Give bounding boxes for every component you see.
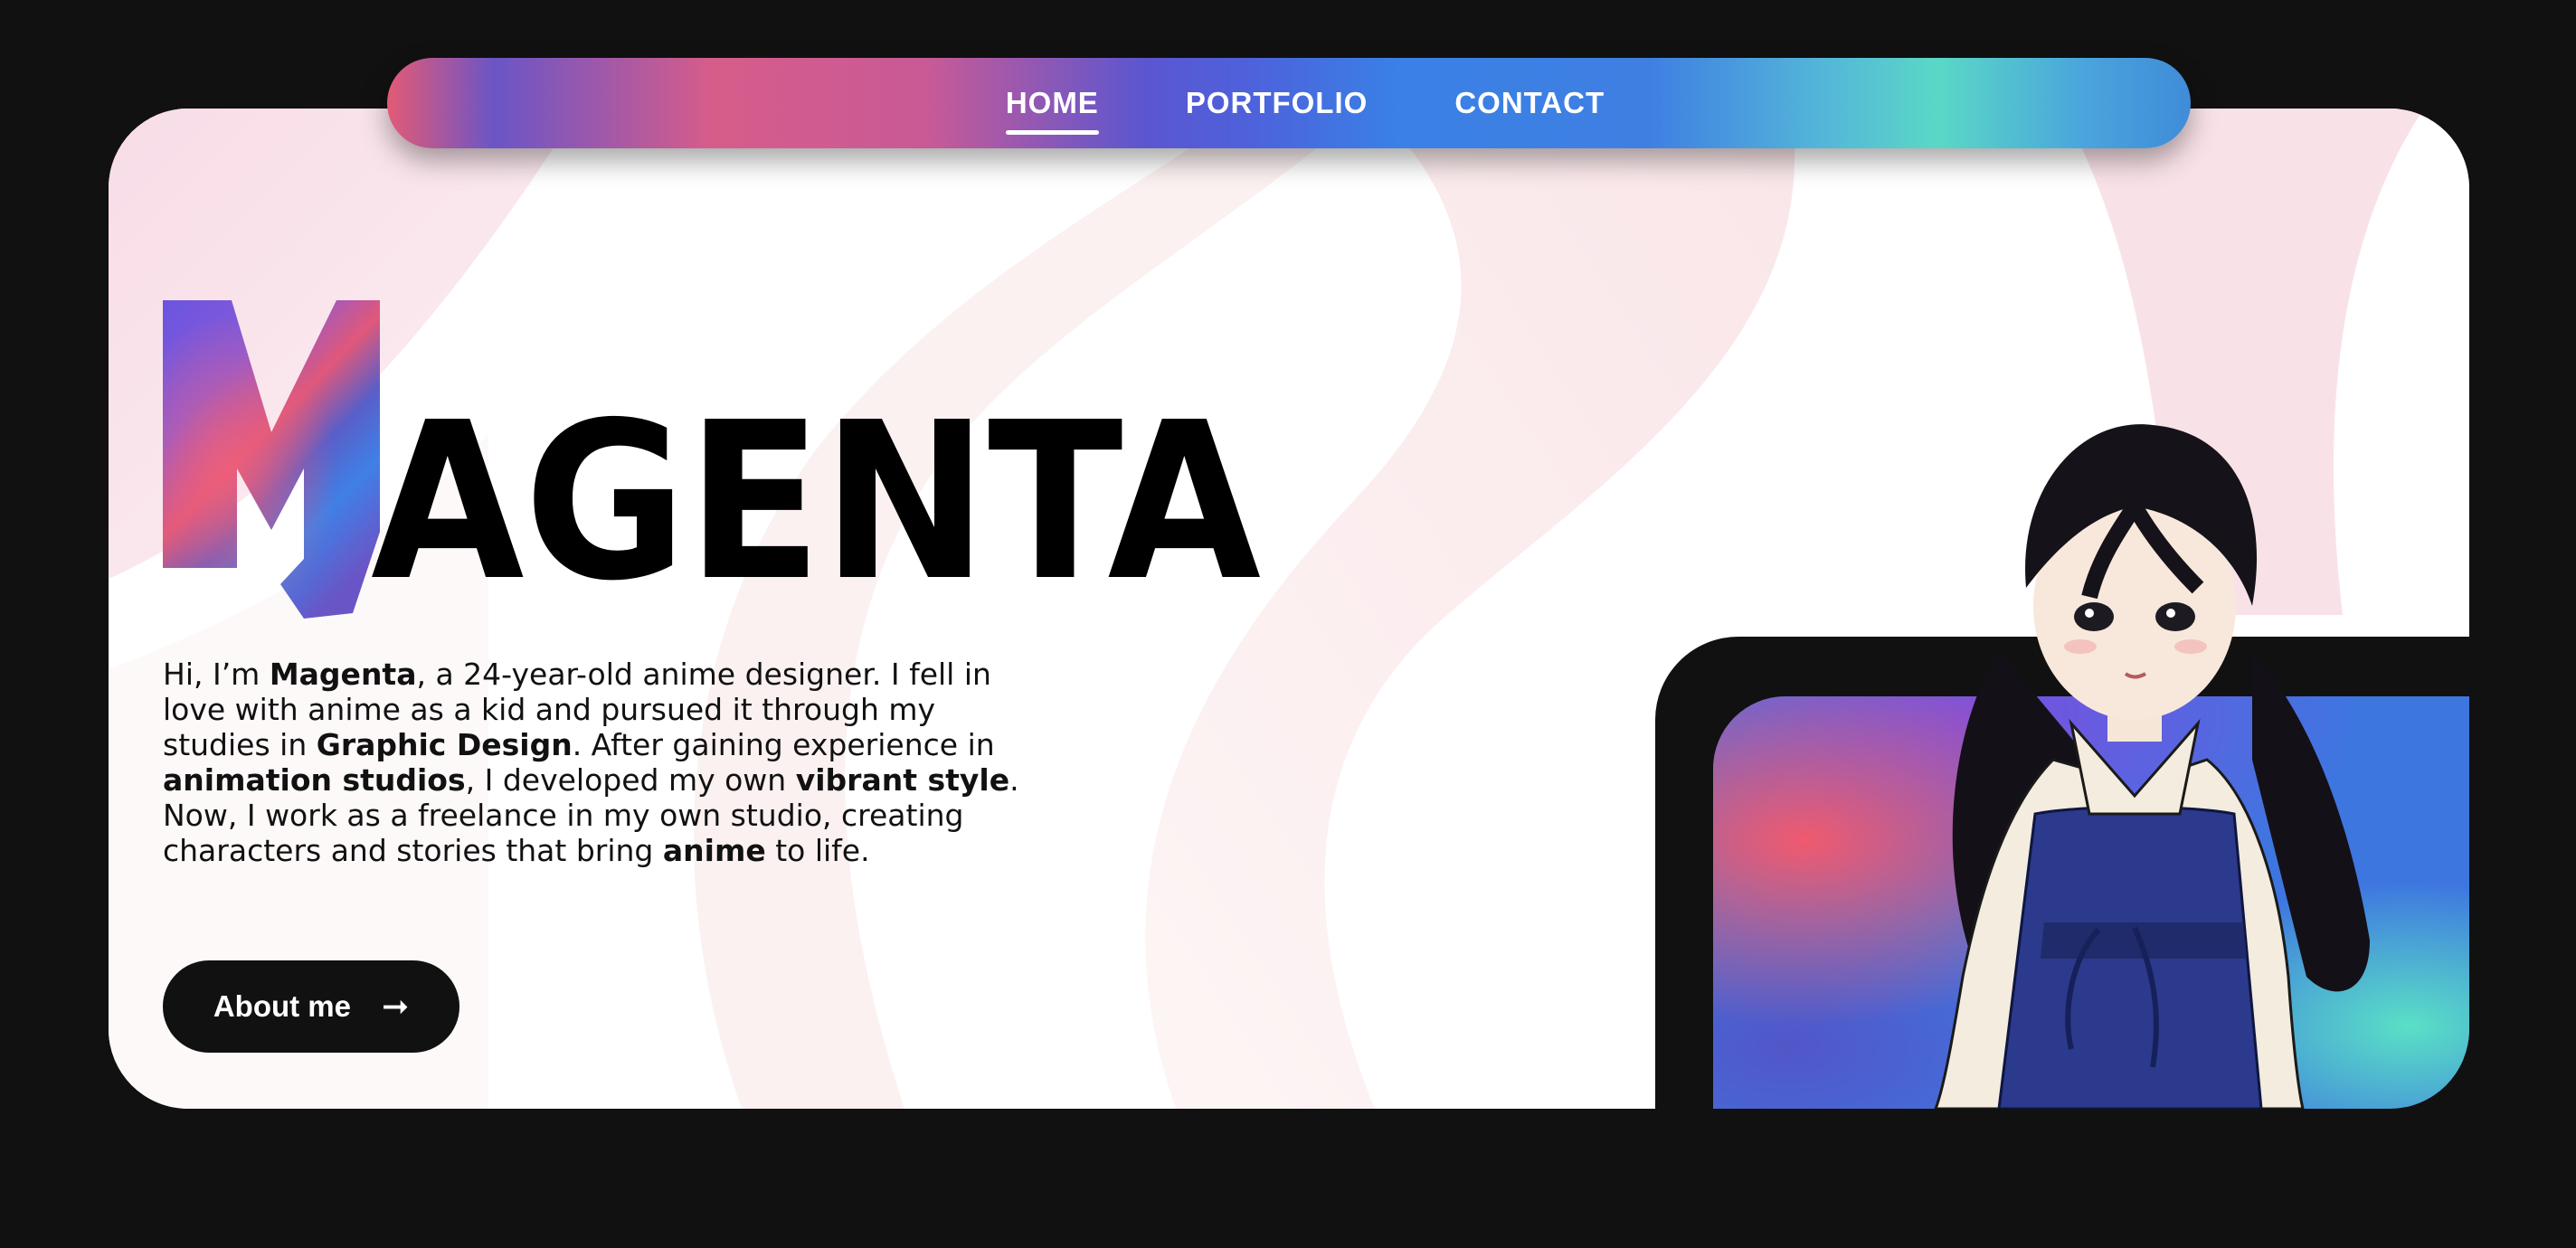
intro-text-run: , I developed my own (465, 762, 796, 798)
intro-emphasis: animation studios (163, 762, 466, 798)
nav-home-link[interactable]: HOME (1005, 80, 1099, 135)
hero-title: AGENTA (163, 300, 1261, 622)
intro-text-run: Hi, I’m (163, 657, 270, 692)
intro-emphasis: Magenta (269, 657, 417, 692)
intro-text-run: to life. (765, 833, 870, 868)
intro-paragraph: Hi, I’m Magenta, a 24-year-old anime des… (163, 657, 1031, 868)
intro-text-run: . After gaining experience in (572, 727, 995, 762)
arrow-right-icon: ➞ (382, 988, 410, 1025)
nav-contact-link[interactable]: CONTACT (1454, 80, 1605, 126)
about-me-label: About me (213, 989, 351, 1023)
about-me-button[interactable]: About me ➞ (163, 960, 459, 1053)
anime-character-illustration (1934, 424, 2370, 1109)
nav-portfolio-link[interactable]: PORTFOLIO (1186, 80, 1368, 126)
top-nav: HOME PORTFOLIO CONTACT (387, 58, 2191, 148)
title-rest: AGENTA (371, 375, 1261, 622)
intro-emphasis: vibrant style (795, 762, 1010, 798)
intro-emphasis: anime (662, 833, 766, 868)
title-first-letter (163, 300, 380, 619)
intro-emphasis: Graphic Design (316, 727, 573, 762)
